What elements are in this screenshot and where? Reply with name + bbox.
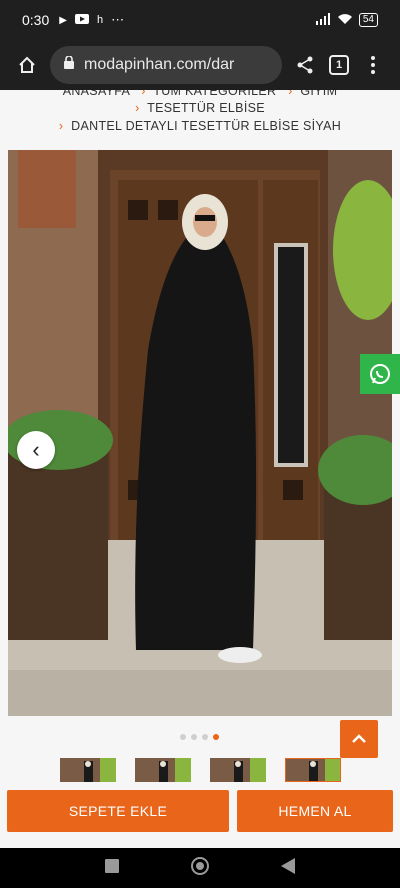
chevron-up-icon (352, 734, 366, 743)
thumbnail-strip (60, 758, 341, 782)
tab-switcher-button[interactable]: 1 (322, 48, 356, 82)
android-nav-bar (0, 848, 400, 888)
whatsapp-button[interactable] (360, 354, 400, 394)
browser-toolbar: modapinhan.com/dar 1 (0, 40, 400, 90)
url-field[interactable]: modapinhan.com/dar (50, 46, 282, 84)
gallery-dot[interactable] (180, 734, 186, 740)
more-dots-icon: ⋯ (111, 12, 125, 27)
previous-image-button[interactable]: ‹ (17, 431, 55, 469)
thumbnail[interactable] (210, 758, 266, 782)
battery-icon: 54 (358, 13, 378, 27)
status-time: 0:30 (22, 12, 50, 28)
scroll-to-top-button[interactable] (340, 720, 378, 758)
thumbnail[interactable] (60, 758, 116, 782)
play-icon: ▶ (59, 14, 67, 26)
chevron-left-icon: ‹ (32, 437, 40, 462)
youtube-icon (74, 13, 89, 27)
buy-now-button[interactable]: HEMEN AL (237, 790, 393, 832)
back-icon[interactable] (280, 857, 295, 879)
chevron-right-icon: › (288, 90, 293, 98)
breadcrumb-current: DANTEL DETAYLI TESETTÜR ELBİSE SİYAH (71, 119, 342, 133)
lock-icon (64, 55, 74, 74)
signal-icon (315, 12, 331, 28)
product-image[interactable] (8, 150, 392, 716)
recents-icon[interactable] (105, 858, 120, 878)
breadcrumb-row-1: ANASAYFA › TÜM KATEGORİLER › GİYİM (0, 90, 400, 98)
url-text: modapinhan.com/dar (84, 56, 235, 73)
chevron-right-icon: › (135, 101, 140, 115)
thumbnail-active[interactable] (285, 758, 341, 782)
chevron-right-icon: › (58, 119, 64, 133)
home-icon[interactable] (10, 48, 44, 82)
overflow-menu-icon[interactable] (356, 48, 390, 82)
gallery-pagination (180, 734, 219, 740)
breadcrumb-row-2: › TESETTÜR ELBİSE (0, 101, 400, 115)
gallery-dot[interactable] (202, 734, 208, 740)
thumbnail[interactable] (135, 758, 191, 782)
gallery-dot[interactable] (191, 734, 197, 740)
whatsapp-icon (370, 364, 390, 384)
product-page: ANASAYFA › TÜM KATEGORİLER › GİYİM › TES… (0, 90, 400, 848)
gallery-dot-active[interactable] (213, 734, 219, 740)
share-icon[interactable] (288, 48, 322, 82)
home-nav-icon[interactable] (190, 856, 210, 881)
breadcrumb-row-3: › DANTEL DETAYLI TESETTÜR ELBİSE SİYAH (0, 119, 400, 133)
tab-count: 1 (329, 55, 349, 75)
breadcrumb-category[interactable]: TESETTÜR ELBİSE (147, 101, 265, 115)
breadcrumb-all-categories[interactable]: TÜM KATEGORİLER (153, 90, 276, 98)
wifi-icon (337, 13, 353, 28)
chevron-right-icon: › (141, 90, 146, 98)
status-bar: 0:30 ▶ h ⋯ 54 (0, 0, 400, 40)
add-to-cart-button[interactable]: SEPETE EKLE (7, 790, 229, 832)
h-icon: h (96, 14, 104, 26)
breadcrumb-clothing[interactable]: GİYİM (300, 90, 337, 98)
breadcrumb-home[interactable]: ANASAYFA (63, 90, 130, 98)
